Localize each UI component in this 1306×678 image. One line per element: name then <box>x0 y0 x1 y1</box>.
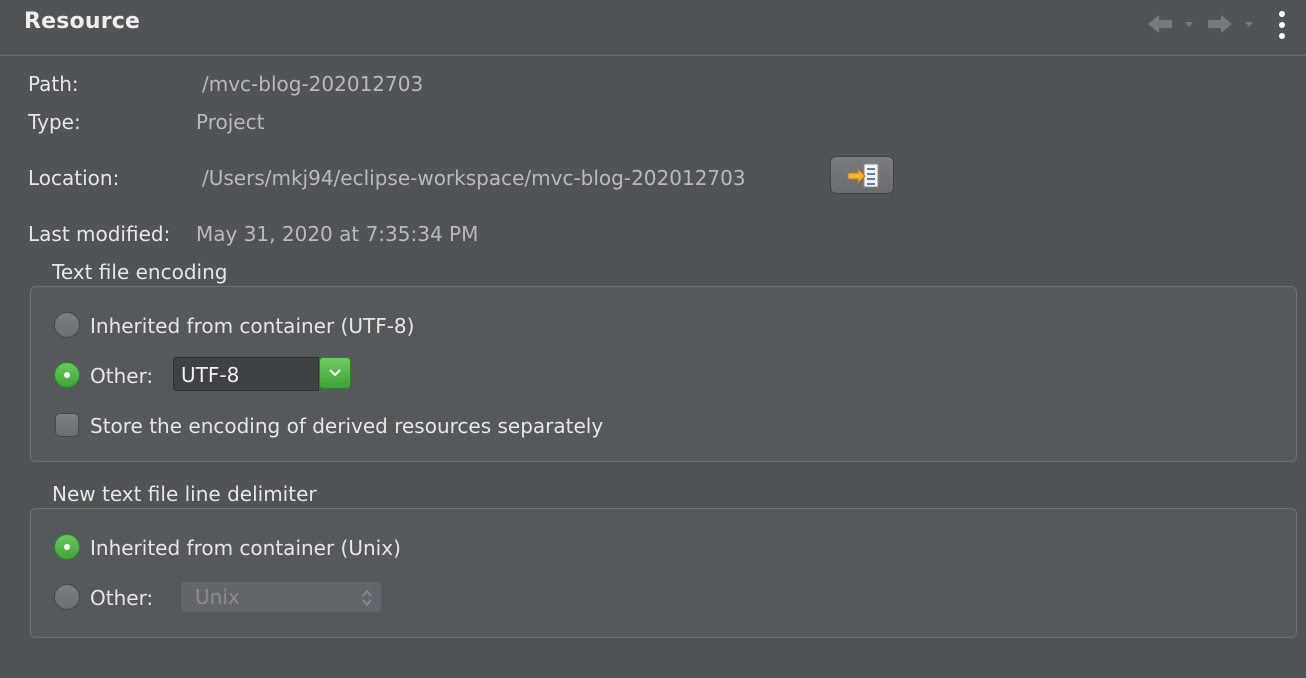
page-title: Resource <box>24 9 141 34</box>
delimiter-inherited-radio[interactable] <box>54 534 80 560</box>
type-label: Type: <box>28 110 81 134</box>
delimiter-other-label[interactable]: Other: <box>90 586 153 610</box>
line-delimiter-group-title: New text file line delimiter <box>52 482 317 506</box>
delimiter-select: Unix <box>180 581 382 613</box>
view-menu-button[interactable] <box>1272 10 1292 40</box>
encoding-inherited-radio[interactable] <box>54 312 80 338</box>
encoding-other-label[interactable]: Other: <box>90 364 153 388</box>
path-value: /mvc-blog-202012703 <box>202 72 424 96</box>
location-label: Location: <box>28 166 120 190</box>
show-in-system-explorer-button[interactable] <box>830 156 894 194</box>
forward-history-dropdown[interactable] <box>1244 16 1254 30</box>
encoding-inherited-label[interactable]: Inherited from container (UTF-8) <box>90 314 414 338</box>
show-in-system-explorer-icon <box>847 163 879 188</box>
encoding-other-radio[interactable] <box>54 362 80 388</box>
text-encoding-group-title: Text file encoding <box>52 260 228 284</box>
view-header: Resource <box>0 0 1306 56</box>
delimiter-other-radio[interactable] <box>54 584 80 610</box>
last-modified-value: May 31, 2020 at 7:35:34 PM <box>196 222 479 246</box>
back-history-dropdown[interactable] <box>1184 16 1194 30</box>
delimiter-inherited-label[interactable]: Inherited from container (Unix) <box>90 536 401 560</box>
encoding-combo-value: UTF-8 <box>181 363 240 387</box>
delimiter-select-value: Unix <box>195 585 240 609</box>
last-modified-label: Last modified: <box>28 222 171 246</box>
up-down-chevron-icon <box>362 589 372 607</box>
path-label: Path: <box>28 72 79 96</box>
encoding-combo-dropdown-button[interactable] <box>319 357 351 389</box>
store-derived-encoding-label[interactable]: Store the encoding of derived resources … <box>90 414 603 438</box>
chevron-down-icon <box>1245 22 1253 27</box>
chevron-down-icon <box>329 369 341 377</box>
type-value: Project <box>196 110 265 134</box>
line-delimiter-group <box>30 508 1297 638</box>
forward-button[interactable] <box>1206 12 1234 36</box>
arrow-right-icon <box>1208 15 1232 33</box>
store-derived-encoding-checkbox[interactable] <box>55 413 79 437</box>
location-value: /Users/mkj94/eclipse-workspace/mvc-blog-… <box>202 166 746 190</box>
chevron-down-icon <box>1185 22 1193 27</box>
back-button[interactable] <box>1146 12 1174 36</box>
arrow-left-icon <box>1148 15 1172 33</box>
encoding-combo-input[interactable]: UTF-8 <box>173 357 319 391</box>
